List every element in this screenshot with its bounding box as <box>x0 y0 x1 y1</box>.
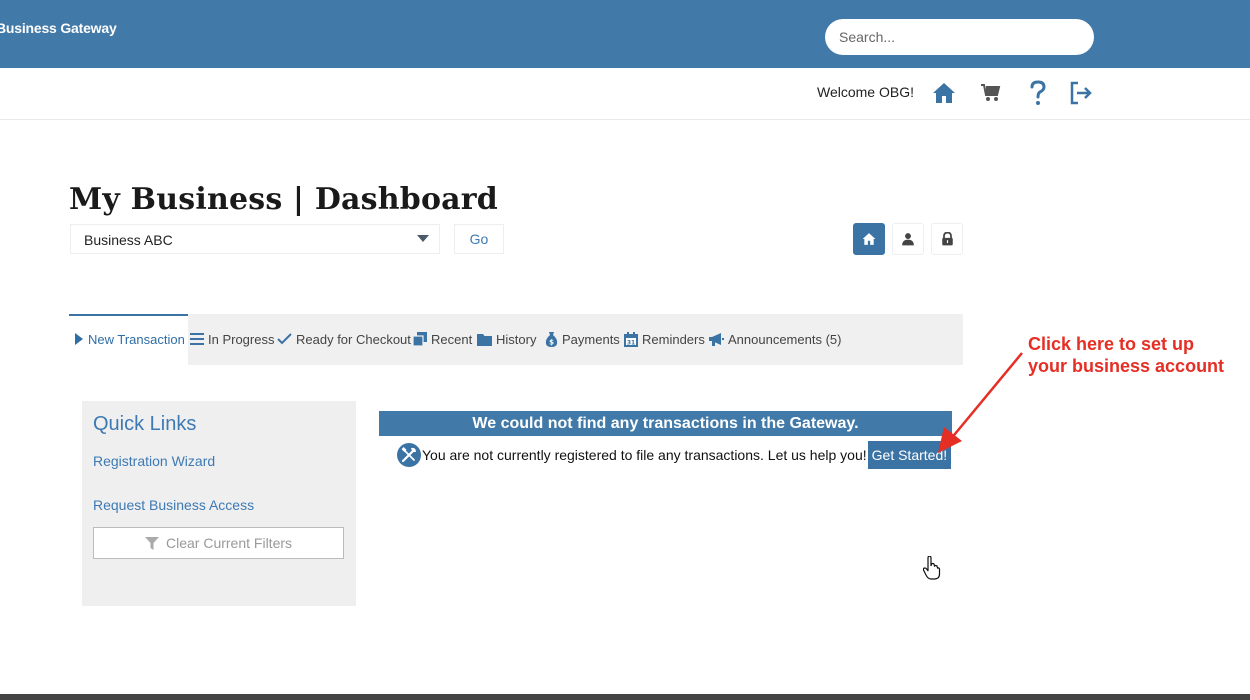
tab-history[interactable]: History <box>477 330 536 348</box>
callout-line-1: Click here to set up <box>1028 334 1195 354</box>
quick-links-title: Quick Links <box>93 413 197 435</box>
megaphone-icon <box>709 332 724 346</box>
tab-label: Ready for Checkout <box>296 331 411 347</box>
caret-right-icon <box>74 333 84 345</box>
user-icon <box>902 233 914 246</box>
tab-reminders[interactable]: 31 Reminders <box>624 330 705 348</box>
tab-label: Recent <box>431 331 473 347</box>
copy-icon <box>413 332 427 346</box>
tab-label: Payments <box>562 331 620 347</box>
tab-new-transaction[interactable]: New Transaction <box>74 330 185 348</box>
home-icon <box>862 233 876 245</box>
home-icon[interactable] <box>930 79 958 107</box>
filter-icon <box>144 536 159 550</box>
tab-ready-for-checkout[interactable]: Ready for Checkout <box>277 330 411 348</box>
footer-divider <box>0 694 1250 700</box>
lock-view-button[interactable] <box>931 223 963 255</box>
transaction-tabs: New Transaction In Progress Ready for Ch… <box>69 314 963 365</box>
money-bag-icon: $ <box>545 331 558 347</box>
tab-recent[interactable]: Recent <box>413 330 472 348</box>
svg-text:$: $ <box>549 338 554 346</box>
registration-message: You are not currently registered to file… <box>397 441 952 469</box>
lock-icon <box>941 232 953 246</box>
business-select-value: Business ABC <box>84 232 173 248</box>
tab-label: History <box>496 331 537 347</box>
chevron-down-icon <box>417 235 429 242</box>
registration-wizard-link[interactable]: Registration Wizard <box>93 453 215 469</box>
tab-announcements[interactable]: Announcements (5) <box>709 330 841 348</box>
callout-arrow-icon <box>938 352 1023 453</box>
tab-payments[interactable]: $ Payments <box>545 330 620 348</box>
hand-cursor-icon <box>923 556 941 580</box>
user-bar: Welcome OBG! <box>0 68 1250 120</box>
tab-label: In Progress <box>208 331 275 347</box>
no-transactions-banner: We could not find any transactions in th… <box>379 411 952 436</box>
quick-links-panel: Quick Links Registration Wizard Request … <box>82 401 356 606</box>
logout-icon[interactable] <box>1067 79 1095 107</box>
search-input[interactable] <box>825 19 1094 55</box>
brand-title[interactable]: Business Gateway <box>0 20 117 36</box>
callout-line-2: your business account <box>1028 356 1225 376</box>
folder-icon <box>477 333 492 346</box>
tab-in-progress[interactable]: In Progress <box>190 330 274 348</box>
welcome-text: Welcome OBG! <box>817 84 914 100</box>
clear-filters-button[interactable]: Clear Current Filters <box>93 527 344 559</box>
user-view-button[interactable] <box>892 223 924 255</box>
help-icon[interactable] <box>1024 79 1052 107</box>
registration-message-text: You are not currently registered to file… <box>422 447 867 463</box>
tab-label: Announcements (5) <box>728 331 842 347</box>
svg-text:31: 31 <box>627 339 635 346</box>
tools-icon <box>397 443 421 467</box>
cart-icon[interactable] <box>977 79 1005 107</box>
page-title: My Business | Dashboard <box>69 182 498 217</box>
top-header: Business Gateway <box>0 0 1250 68</box>
go-button[interactable]: Go <box>454 224 504 254</box>
tab-label: Reminders <box>642 331 705 347</box>
request-business-access-link[interactable]: Request Business Access <box>93 497 254 513</box>
home-view-button[interactable] <box>853 223 885 255</box>
callout-annotation: Click here to set up your business accou… <box>1028 333 1224 377</box>
tab-label: New Transaction <box>88 331 185 347</box>
check-icon <box>277 333 292 345</box>
list-icon <box>190 333 204 345</box>
business-select[interactable]: Business ABC <box>70 224 440 254</box>
calendar-icon: 31 <box>624 331 638 347</box>
clear-filters-label: Clear Current Filters <box>165 535 293 551</box>
